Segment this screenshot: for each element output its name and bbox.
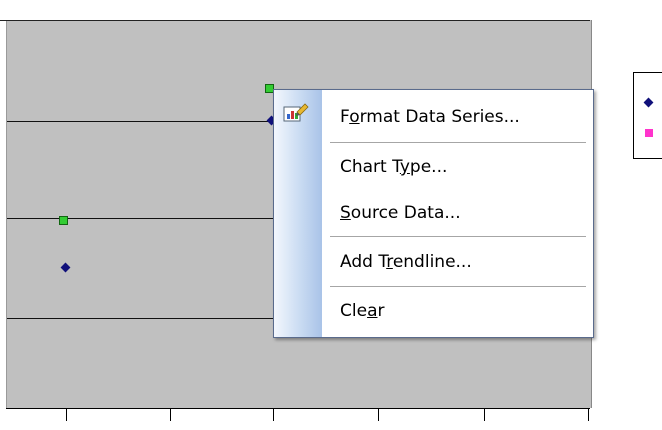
- plot-top-border: [0, 20, 590, 21]
- menu-icon-rail: [274, 90, 322, 337]
- x-axis-tick: [66, 409, 67, 421]
- x-axis-tick: [588, 409, 589, 421]
- x-axis-tick: [273, 409, 274, 421]
- menu-item-label: Add T: [340, 252, 387, 272]
- menu-item-label: endline...: [392, 252, 472, 272]
- menu-item-label: r: [377, 301, 385, 321]
- menu-item-clear[interactable]: Clear: [322, 291, 593, 331]
- chart-legend[interactable]: [633, 72, 662, 159]
- menu-item-label: ource Data...: [350, 203, 461, 223]
- legend-marker-diamond: [643, 97, 654, 108]
- context-menu: Format Data Series... Chart Type... Sour…: [273, 89, 594, 338]
- menu-item-chart-type[interactable]: Chart Type...: [322, 147, 593, 187]
- menu-item-add-trendline[interactable]: Add Trendline...: [322, 242, 593, 282]
- x-axis-tick: [484, 409, 485, 421]
- legend-marker-square: [645, 129, 653, 137]
- series-point-selected[interactable]: [59, 216, 68, 225]
- format-chart-icon: [283, 103, 309, 122]
- menu-separator: [330, 236, 586, 237]
- menu-separator: [330, 142, 586, 143]
- x-axis-tick: [378, 409, 379, 421]
- menu-item-accelerator: o: [349, 107, 360, 127]
- menu-item-label: Chart T: [340, 157, 400, 177]
- menu-item-label: rmat Data Series...: [359, 107, 520, 127]
- menu-item-label: F: [340, 107, 350, 127]
- menu-item-source-data[interactable]: Source Data...: [322, 193, 593, 233]
- x-axis[interactable]: [6, 408, 590, 409]
- menu-item-accelerator: r: [386, 252, 393, 272]
- menu-item-accelerator: y: [399, 157, 410, 177]
- menu-item-label: pe...: [409, 157, 448, 177]
- cropped-caption: [0, 0, 662, 6]
- menu-item-label: Cle: [340, 301, 368, 321]
- menu-item-format-data-series[interactable]: Format Data Series...: [322, 97, 593, 137]
- menu-item-accelerator: S: [340, 203, 351, 223]
- x-axis-tick: [170, 409, 171, 421]
- menu-item-accelerator: a: [367, 301, 378, 321]
- menu-separator: [330, 286, 586, 287]
